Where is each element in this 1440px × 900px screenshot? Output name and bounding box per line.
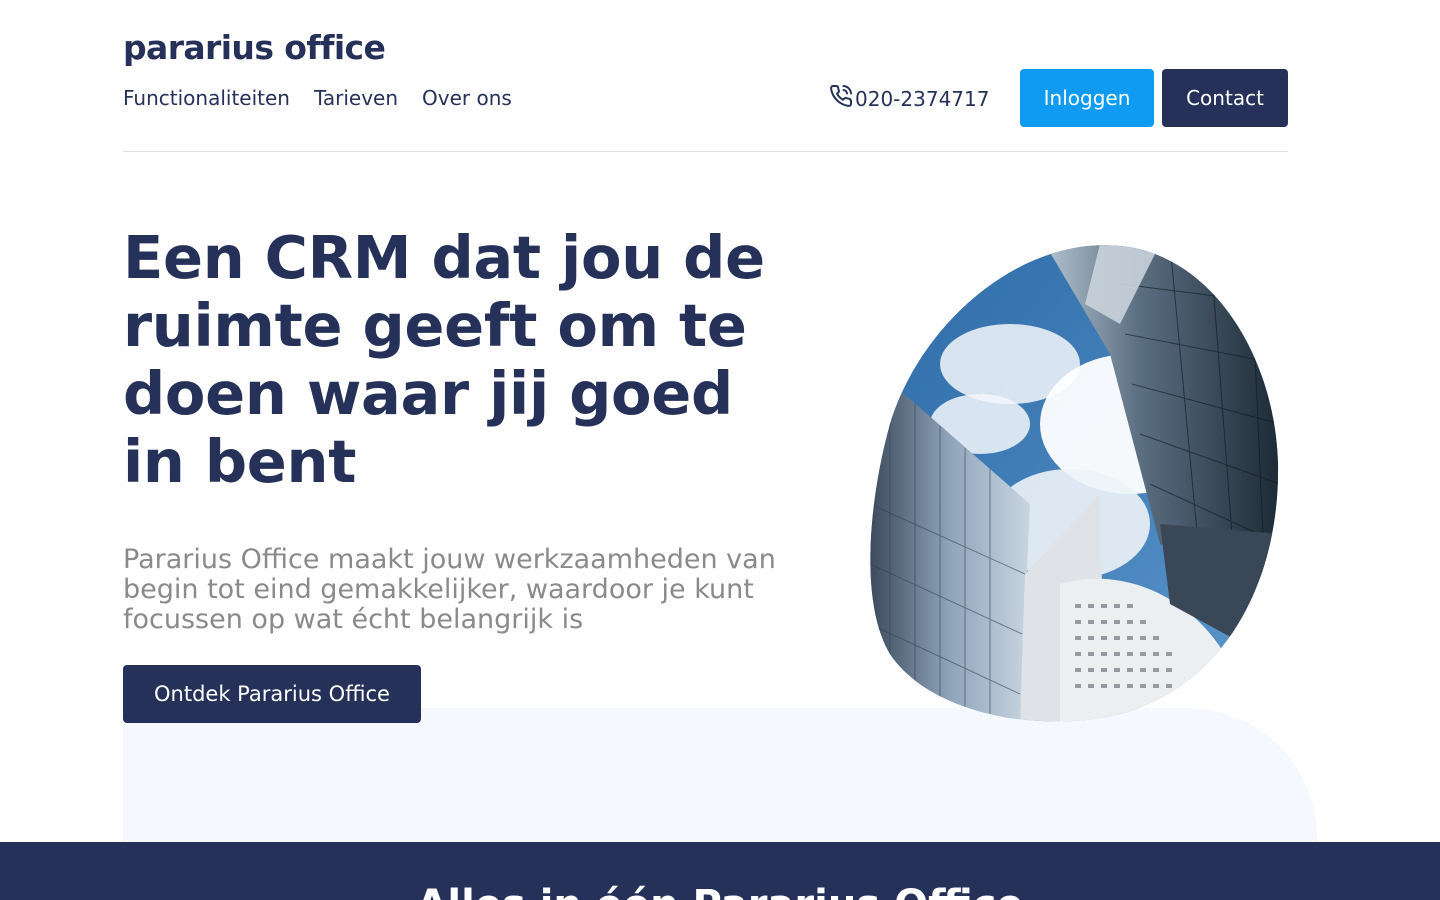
nav-item-functionaliteiten[interactable]: Functionaliteiten: [123, 86, 290, 110]
hero-title: Een CRM dat jou de ruimte geeft om te do…: [123, 223, 765, 496]
pararius-office-logo[interactable]: pararius office: [123, 28, 386, 67]
nav-item-tarieven[interactable]: Tarieven: [314, 86, 398, 110]
phone-number: 020-2374717: [855, 86, 990, 111]
hero-background-shape: [123, 708, 1317, 848]
skyscrapers-image: [870, 245, 1279, 722]
discover-button[interactable]: Ontdek Pararius Office: [123, 665, 421, 723]
features-heading: Alles in één Pararius Office: [0, 882, 1440, 900]
site-header: pararius office Functionaliteiten Tariev…: [123, 0, 1288, 152]
login-button[interactable]: Inloggen: [1020, 69, 1154, 127]
features-section: Alles in één Pararius Office: [0, 842, 1440, 900]
contact-button[interactable]: Contact: [1162, 69, 1288, 127]
logo-text: pararius office: [123, 28, 386, 67]
phone-icon: [829, 84, 853, 113]
main-nav: Functionaliteiten Tarieven Over ons: [123, 86, 512, 110]
phone-link[interactable]: 020-2374717: [829, 84, 989, 113]
nav-item-over-ons[interactable]: Over ons: [422, 86, 512, 110]
hero-subtitle: Pararius Office maakt jouw werkzaamheden…: [123, 544, 776, 635]
